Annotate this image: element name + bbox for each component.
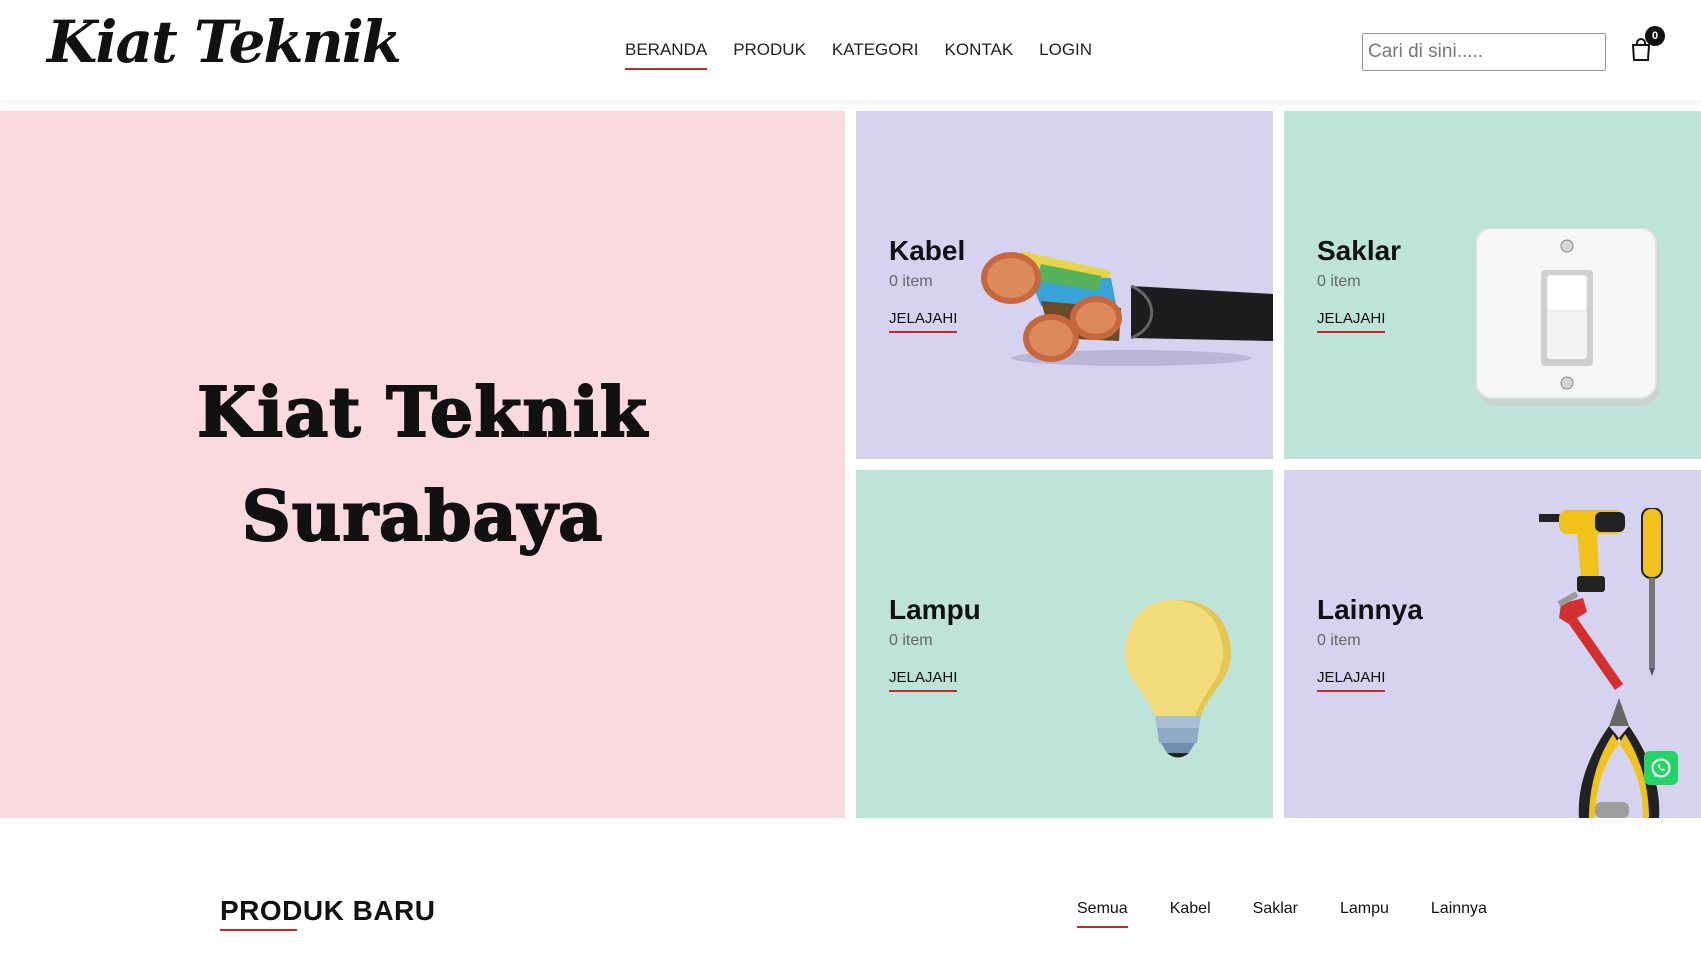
nav-kontak[interactable]: KONTAK	[945, 40, 1014, 66]
search-input[interactable]	[1362, 33, 1606, 71]
explore-link-lainnya[interactable]: JELAJAHI	[1317, 669, 1386, 692]
section-title-new-products: PRODUK BARU	[220, 895, 436, 926]
category-count: 0 item	[1317, 632, 1361, 649]
main-nav: BERANDA PRODUK KATEGORI KONTAK LOGIN	[625, 40, 1092, 70]
filter-lampu[interactable]: Lampu	[1340, 900, 1389, 924]
explore-link-kabel[interactable]: JELAJAHI	[889, 310, 958, 333]
nav-produk[interactable]: PRODUK	[733, 40, 806, 66]
filter-kabel[interactable]: Kabel	[1170, 900, 1211, 924]
site-header: Kiat Teknik BERANDA PRODUK KATEGORI KONT…	[0, 0, 1701, 100]
whatsapp-icon	[1651, 758, 1671, 778]
filter-semua[interactable]: Semua	[1077, 900, 1128, 928]
nav-login[interactable]: LOGIN	[1039, 40, 1092, 66]
category-count: 0 item	[1317, 273, 1361, 290]
switch-illustration	[1476, 228, 1659, 406]
nav-beranda[interactable]: BERANDA	[625, 40, 708, 70]
whatsapp-button[interactable]	[1644, 751, 1678, 785]
category-tile-kabel[interactable]: Kabel 0 item JELAJAHI	[856, 111, 1273, 459]
filter-lainnya[interactable]: Lainnya	[1431, 900, 1487, 924]
category-name: Kabel	[889, 235, 966, 266]
category-count: 0 item	[889, 632, 933, 649]
category-tile-saklar[interactable]: Saklar 0 item JELAJAHI	[1284, 111, 1701, 459]
explore-link-lampu[interactable]: JELAJAHI	[889, 669, 958, 692]
explore-link-saklar[interactable]: JELAJAHI	[1317, 310, 1386, 333]
category-name: Lainnya	[1317, 594, 1423, 625]
nav-kategori[interactable]: KATEGORI	[832, 40, 919, 66]
hero-banner: Kiat Teknik Surabaya	[0, 111, 845, 818]
site-logo[interactable]: Kiat Teknik	[47, 8, 402, 76]
category-count: 0 item	[889, 273, 933, 290]
product-filter-tabs: Semua Kabel Saklar Lampu Lainnya	[1077, 900, 1487, 928]
section-title-underline	[220, 929, 297, 931]
cable-illustration	[981, 251, 1273, 366]
hero-title: Kiat Teknik Surabaya	[196, 372, 648, 558]
filter-saklar[interactable]: Saklar	[1253, 900, 1298, 924]
category-name: Saklar	[1317, 235, 1402, 266]
cart-count-badge: 0	[1645, 26, 1665, 46]
category-tile-lampu[interactable]: Lampu 0 item JELAJAHI	[856, 470, 1273, 818]
lightbulb-illustration	[1125, 600, 1231, 758]
category-tile-lainnya[interactable]: Lainnya 0 item JELAJAHI	[1284, 470, 1701, 818]
category-name: Lampu	[889, 594, 981, 625]
